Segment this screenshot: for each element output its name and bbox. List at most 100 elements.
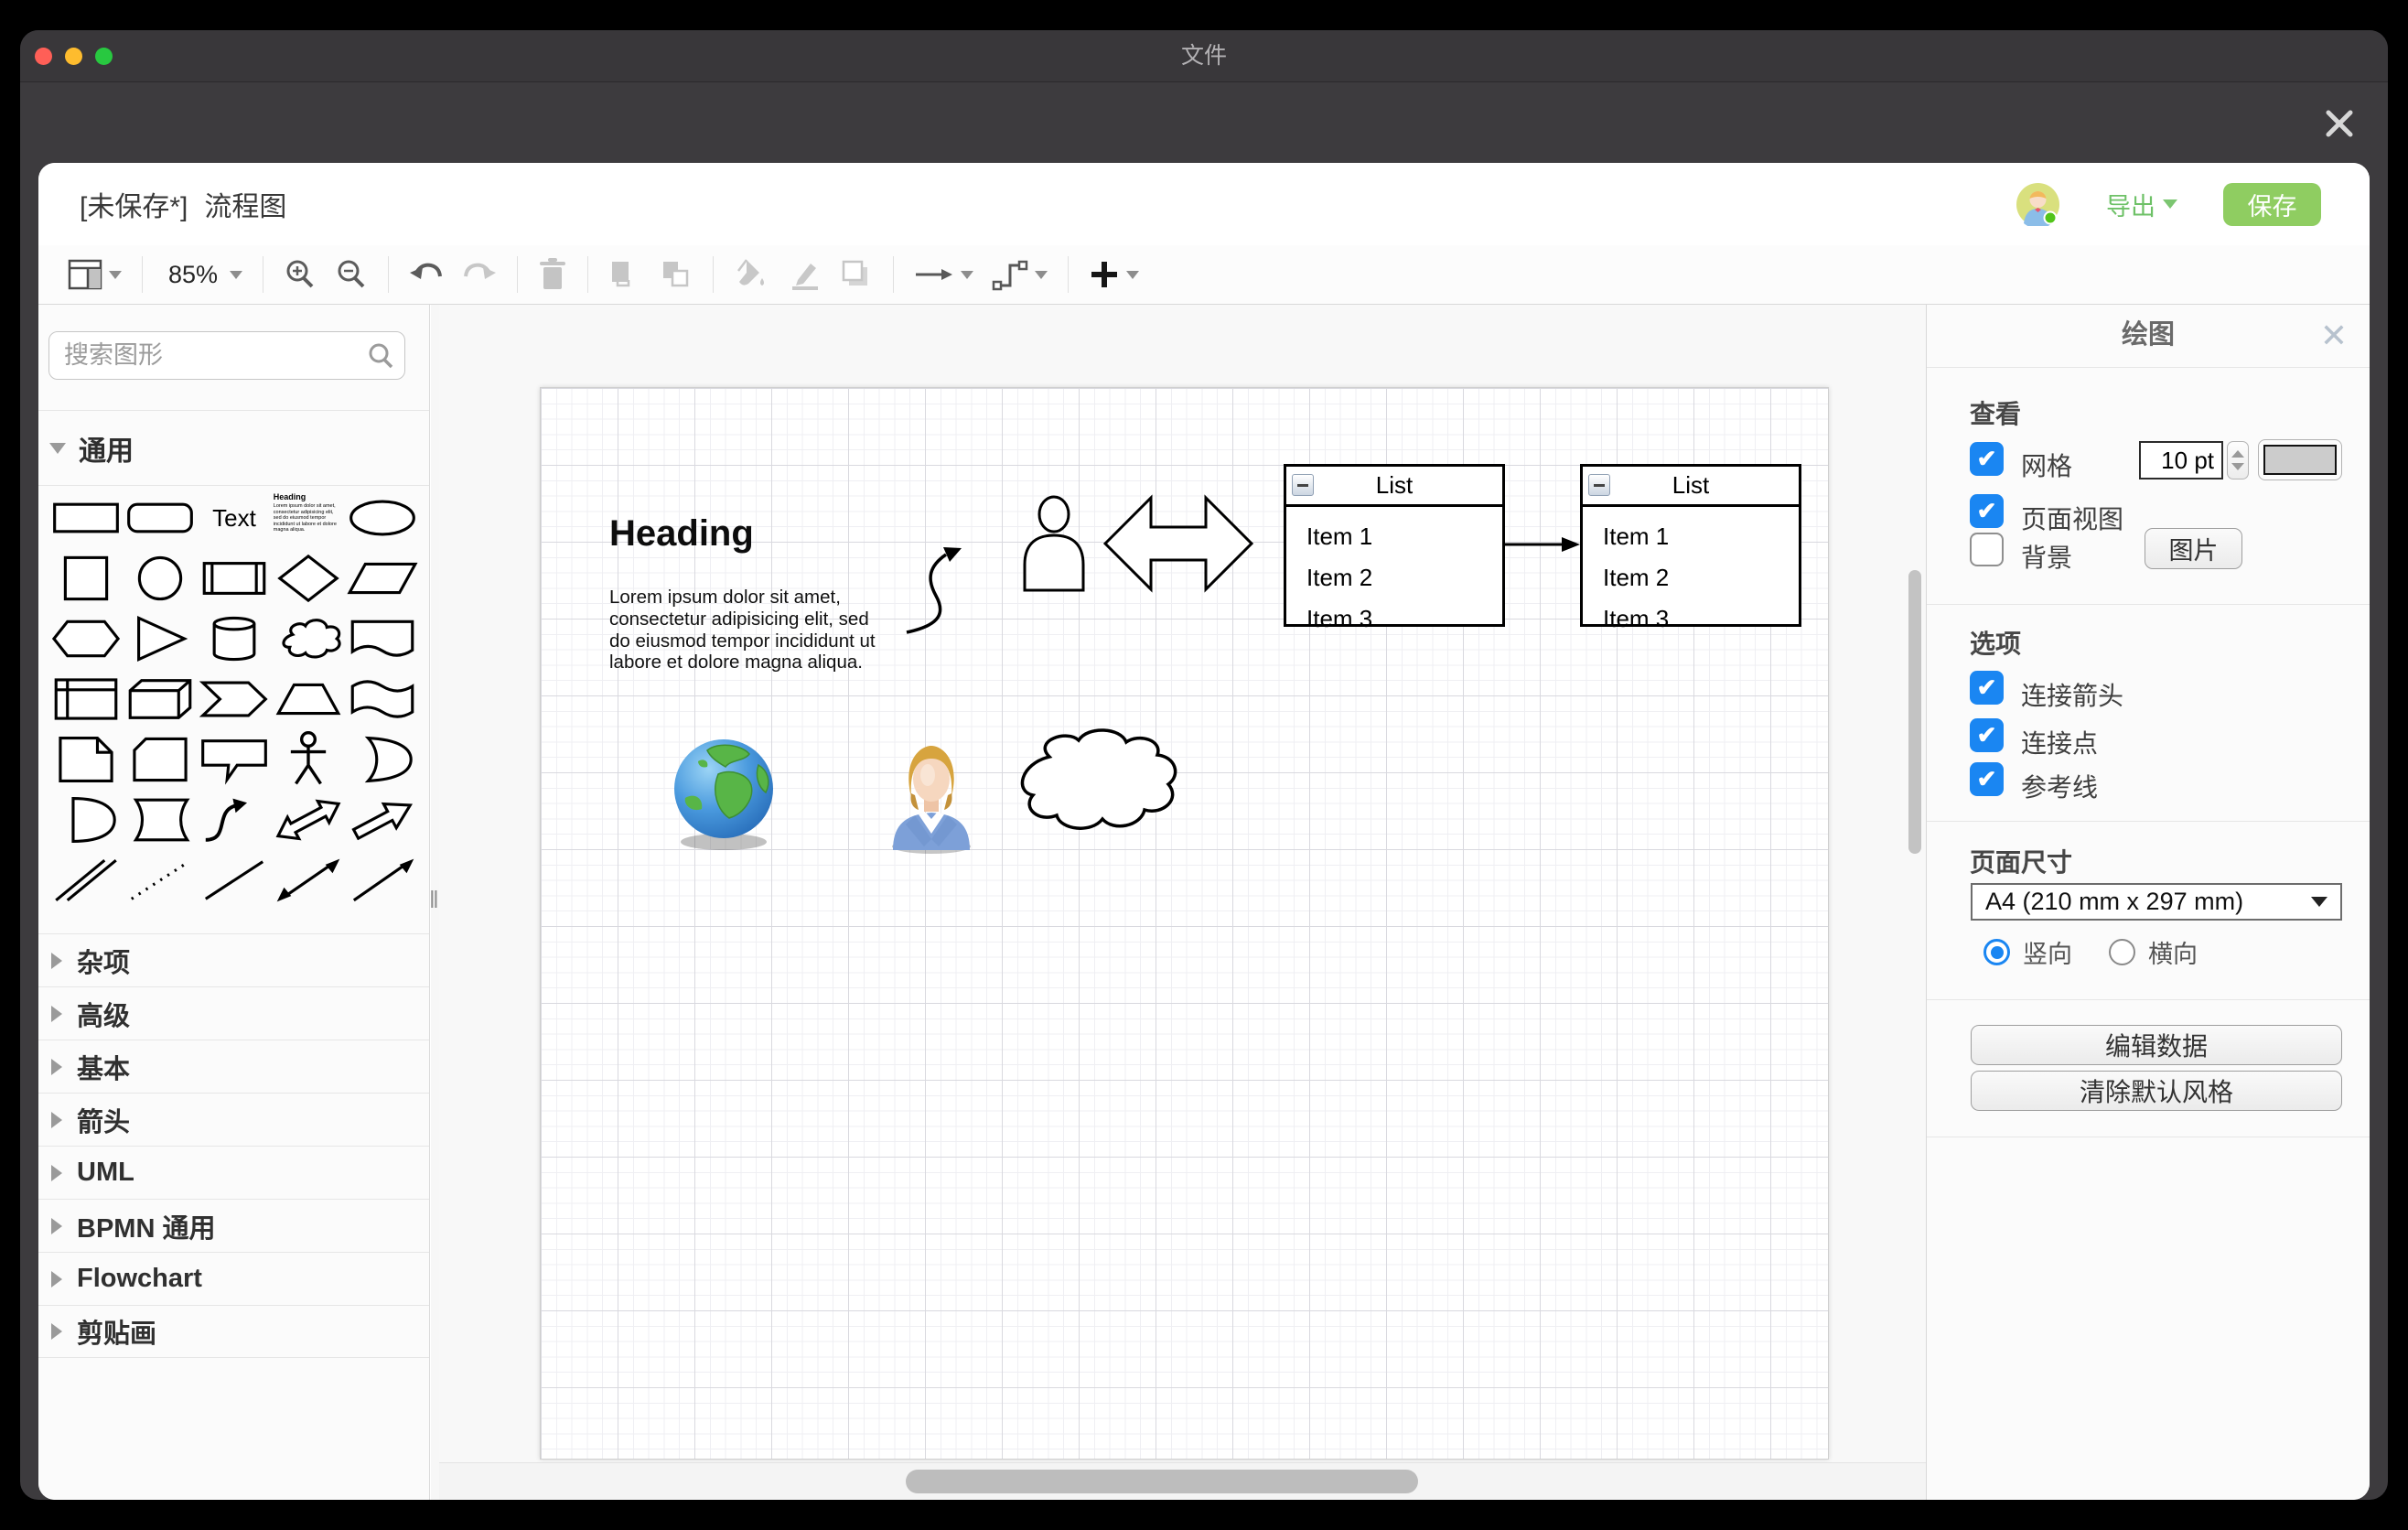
sidebar-section-misc[interactable]: 杂项: [38, 933, 429, 986]
grid-checkbox[interactable]: ✔: [1970, 442, 2004, 476]
connector-arrow[interactable]: [1505, 535, 1580, 554]
horizontal-scrollbar[interactable]: [906, 1470, 1418, 1493]
shape-text[interactable]: Text: [198, 488, 272, 548]
line-color-button[interactable]: [778, 253, 831, 296]
shape-link[interactable]: [49, 850, 124, 910]
double-arrow-shape[interactable]: [1103, 490, 1253, 597]
sidebar-section-uml[interactable]: UML: [38, 1146, 429, 1199]
shape-circle[interactable]: [124, 548, 198, 609]
sidebar-resize-gutter[interactable]: ‖: [431, 305, 439, 1500]
view-layout-button[interactable]: [59, 253, 131, 296]
shape-rounded-rectangle[interactable]: [124, 488, 198, 548]
list-item[interactable]: Item 1: [1306, 516, 1502, 557]
landscape-radio[interactable]: [2109, 939, 2135, 965]
shape-process[interactable]: [198, 548, 272, 609]
shape-actor[interactable]: [271, 729, 345, 790]
shape-textbox[interactable]: HeadingLorem ipsum dolor sit amet, conse…: [271, 488, 345, 548]
export-button[interactable]: 导出: [2106, 187, 2177, 222]
sidebar-section-flowchart[interactable]: Flowchart: [38, 1252, 429, 1305]
sidebar-section-basic[interactable]: 基本: [38, 1040, 429, 1093]
redo-button[interactable]: [453, 253, 506, 296]
page-view-checkbox[interactable]: ✔: [1970, 494, 2004, 528]
shape-dashed-line[interactable]: [124, 850, 198, 910]
horizontal-scrollbar-track[interactable]: [439, 1462, 1926, 1500]
list-item[interactable]: Item 2: [1603, 557, 1799, 598]
sidebar-section-arrows[interactable]: 箭头: [38, 1093, 429, 1146]
clear-default-style-button[interactable]: 清除默认风格: [1971, 1071, 2342, 1111]
shape-diamond[interactable]: [271, 548, 345, 609]
grid-size-input[interactable]: [2139, 441, 2223, 479]
collapse-icon[interactable]: [1292, 474, 1314, 496]
resize-handle-icon[interactable]: ‖: [429, 886, 439, 914]
shadow-button[interactable]: [831, 253, 882, 296]
shape-document[interactable]: [345, 609, 419, 669]
person-shape[interactable]: [1021, 495, 1087, 592]
shape-square[interactable]: [49, 548, 124, 609]
shape-cloud[interactable]: [271, 609, 345, 669]
shape-internal-storage[interactable]: [49, 669, 124, 729]
insert-button[interactable]: [1080, 253, 1148, 296]
shape-step[interactable]: [198, 669, 272, 729]
background-checkbox[interactable]: [1970, 533, 2004, 566]
list-shape[interactable]: List Item 1 Item 2 Item 3: [1580, 464, 1801, 627]
shape-line[interactable]: [198, 850, 272, 910]
canvas-heading-text[interactable]: Heading: [609, 513, 754, 555]
globe-shape[interactable]: [671, 734, 780, 851]
shape-and[interactable]: [49, 790, 124, 850]
shape-data-storage[interactable]: [124, 790, 198, 850]
shape-note[interactable]: [49, 729, 124, 790]
vertical-scrollbar[interactable]: [1908, 570, 1921, 854]
list-shape[interactable]: List Item 1 Item 2 Item 3: [1284, 464, 1505, 627]
shape-trapezoid[interactable]: [271, 669, 345, 729]
waypoint-style-button[interactable]: [983, 253, 1057, 296]
zoom-level-button[interactable]: 85%: [154, 253, 252, 296]
shape-callout[interactable]: [198, 729, 272, 790]
search-shapes-input[interactable]: [48, 331, 405, 380]
shape-bidirectional-arrow[interactable]: [271, 790, 345, 850]
shape-triangle[interactable]: [124, 609, 198, 669]
shape-curve[interactable]: [198, 790, 272, 850]
shape-ellipse[interactable]: [345, 488, 419, 548]
to-back-button[interactable]: [650, 253, 702, 296]
shape-hexagon[interactable]: [49, 609, 124, 669]
step-down-icon[interactable]: [2231, 463, 2244, 470]
zoom-in-button[interactable]: [274, 253, 326, 296]
sidebar-section-bpmn[interactable]: BPMN 通用: [38, 1199, 429, 1252]
portrait-radio[interactable]: [1983, 939, 2010, 965]
shape-directional-connector[interactable]: [345, 850, 419, 910]
shape-cylinder[interactable]: [198, 609, 272, 669]
list-item[interactable]: Item 3: [1603, 598, 1799, 640]
connection-arrows-checkbox[interactable]: ✔: [1970, 671, 2004, 705]
shape-cube[interactable]: [124, 669, 198, 729]
list-item[interactable]: Item 1: [1603, 516, 1799, 557]
undo-button[interactable]: [400, 253, 453, 296]
panel-close-icon[interactable]: ✕: [2320, 319, 2348, 352]
grid-size-stepper[interactable]: [2227, 441, 2249, 479]
shape-or[interactable]: [345, 729, 419, 790]
shape-parallelogram[interactable]: [345, 548, 419, 609]
collapse-icon[interactable]: [1588, 474, 1610, 496]
edit-data-button[interactable]: 编辑数据: [1971, 1025, 2342, 1065]
zoom-out-button[interactable]: [326, 253, 377, 296]
list-item[interactable]: Item 3: [1306, 598, 1502, 640]
curved-arrow-shape[interactable]: [901, 541, 984, 641]
background-image-button[interactable]: 图片: [2145, 528, 2242, 569]
fill-color-button[interactable]: [725, 253, 778, 296]
shape-rectangle[interactable]: [49, 488, 124, 548]
shape-tape[interactable]: [345, 669, 419, 729]
cloud-shape[interactable]: [1007, 726, 1181, 839]
shape-card[interactable]: [124, 729, 198, 790]
shape-arrow[interactable]: [345, 790, 419, 850]
list-item[interactable]: Item 2: [1306, 557, 1502, 598]
step-up-icon[interactable]: [2231, 450, 2244, 458]
woman-shape[interactable]: [887, 737, 975, 854]
grid-color-button[interactable]: [2258, 439, 2342, 480]
page-size-select[interactable]: A4 (210 mm x 297 mm): [1971, 883, 2342, 921]
avatar[interactable]: [2016, 183, 2059, 226]
canvas-paragraph-text[interactable]: Lorem ipsum dolor sit amet, consectetur …: [609, 587, 886, 673]
sidebar-section-clipart[interactable]: 剪贴画: [38, 1305, 429, 1358]
shape-bidirectional-connector[interactable]: [271, 850, 345, 910]
to-front-button[interactable]: [599, 253, 650, 296]
connection-points-checkbox[interactable]: ✔: [1970, 718, 2004, 752]
sidebar-section-general[interactable]: 通用: [38, 411, 429, 485]
